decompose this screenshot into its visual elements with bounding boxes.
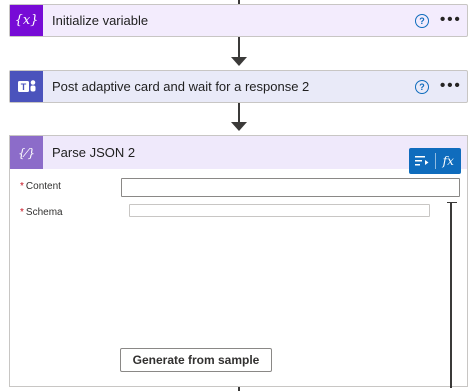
curly-braces-x-icon: {x} — [10, 5, 43, 36]
step-title: Parse JSON 2 — [52, 145, 136, 160]
schema-label-text: Schema — [25, 207, 63, 218]
svg-text:T: T — [20, 82, 26, 92]
expression-icon[interactable]: fx — [436, 148, 462, 174]
help-icon[interactable]: ? — [415, 80, 429, 94]
teams-icon: T — [10, 71, 43, 102]
curly-braces-icon: {⁄} — [10, 136, 43, 169]
step-title: Initialize variable — [52, 13, 149, 28]
help-icon[interactable]: ? — [415, 14, 429, 28]
more-options-icon[interactable]: ••• — [440, 77, 462, 94]
arrow-down-icon — [231, 122, 247, 131]
content-label-text: Content — [25, 181, 61, 192]
connector-line — [238, 103, 240, 124]
arrow-down-icon — [231, 57, 247, 66]
dynamic-content-icon[interactable] — [409, 148, 435, 174]
connector-line — [238, 37, 240, 59]
schema-scrollbar[interactable] — [450, 202, 452, 388]
schema-input[interactable] — [129, 204, 430, 217]
generate-from-sample-button[interactable]: Generate from sample — [120, 348, 272, 372]
content-label: * Content — [20, 181, 61, 192]
content-input[interactable] — [121, 178, 460, 197]
more-options-icon[interactable]: ••• — [440, 11, 462, 28]
step-header[interactable]: {⁄} Parse JSON 2 — [10, 136, 467, 169]
schema-label: * Schema — [20, 207, 63, 218]
step-post-adaptive-card[interactable]: T Post adaptive card and wait for a resp… — [9, 70, 468, 103]
dynamic-content-popover: fx — [409, 148, 461, 174]
expression-label: fx — [442, 154, 454, 168]
required-mark: * — [20, 181, 24, 192]
required-mark: * — [20, 207, 24, 218]
step-initialize-variable[interactable]: {x} Initialize variable ? ••• — [9, 4, 468, 37]
step-title: Post adaptive card and wait for a respon… — [52, 79, 310, 94]
connector-line — [238, 387, 240, 391]
schema-scrollbar-cap — [447, 202, 457, 203]
